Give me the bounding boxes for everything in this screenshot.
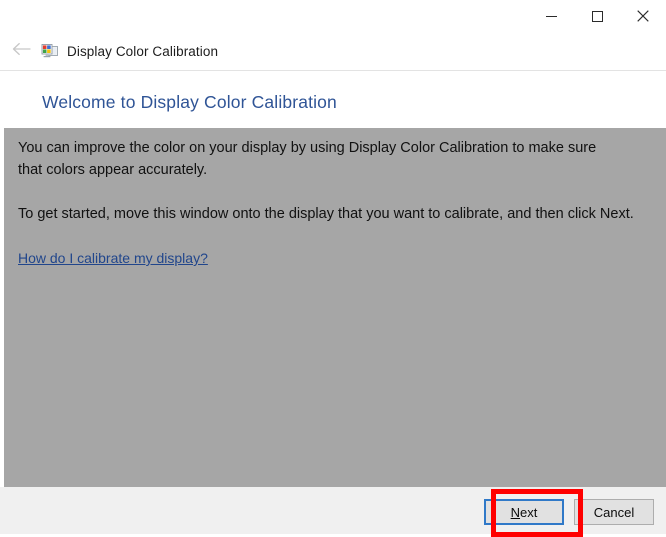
close-icon xyxy=(637,10,649,22)
next-accel-letter: N xyxy=(511,505,520,520)
maximize-button[interactable] xyxy=(574,0,620,32)
page-title: Welcome to Display Color Calibration xyxy=(42,92,337,113)
display-color-calibration-window: Display Color Calibration Welcome to Dis… xyxy=(0,0,666,534)
next-label-rest: ext xyxy=(520,505,537,520)
maximize-icon xyxy=(592,11,603,22)
content-pane: You can improve the color on your displa… xyxy=(4,128,666,487)
display-color-calibration-icon xyxy=(41,42,59,60)
cancel-label: Cancel xyxy=(594,505,634,520)
content-body: You can improve the color on your displa… xyxy=(18,137,636,268)
app-title: Display Color Calibration xyxy=(67,44,218,59)
intro-paragraph: You can improve the color on your displa… xyxy=(18,137,618,181)
close-button[interactable] xyxy=(620,0,666,32)
next-button[interactable]: Next xyxy=(484,499,564,525)
cancel-button[interactable]: Cancel xyxy=(574,499,654,525)
next-button-wrapper: Next xyxy=(484,499,564,525)
back-button[interactable] xyxy=(6,36,36,66)
heading-band: Welcome to Display Color Calibration xyxy=(0,71,666,128)
footer-button-group: Next Cancel xyxy=(484,499,654,525)
help-link[interactable]: How do I calibrate my display? xyxy=(18,250,208,266)
instruction-paragraph: To get started, move this window onto th… xyxy=(18,203,636,225)
back-arrow-icon xyxy=(12,42,31,61)
minimize-button[interactable] xyxy=(528,0,574,32)
title-bar xyxy=(0,0,666,32)
navigation-bar: Display Color Calibration xyxy=(0,32,666,70)
minimize-icon xyxy=(546,11,557,22)
footer-command-bar: Next Cancel xyxy=(0,487,666,534)
